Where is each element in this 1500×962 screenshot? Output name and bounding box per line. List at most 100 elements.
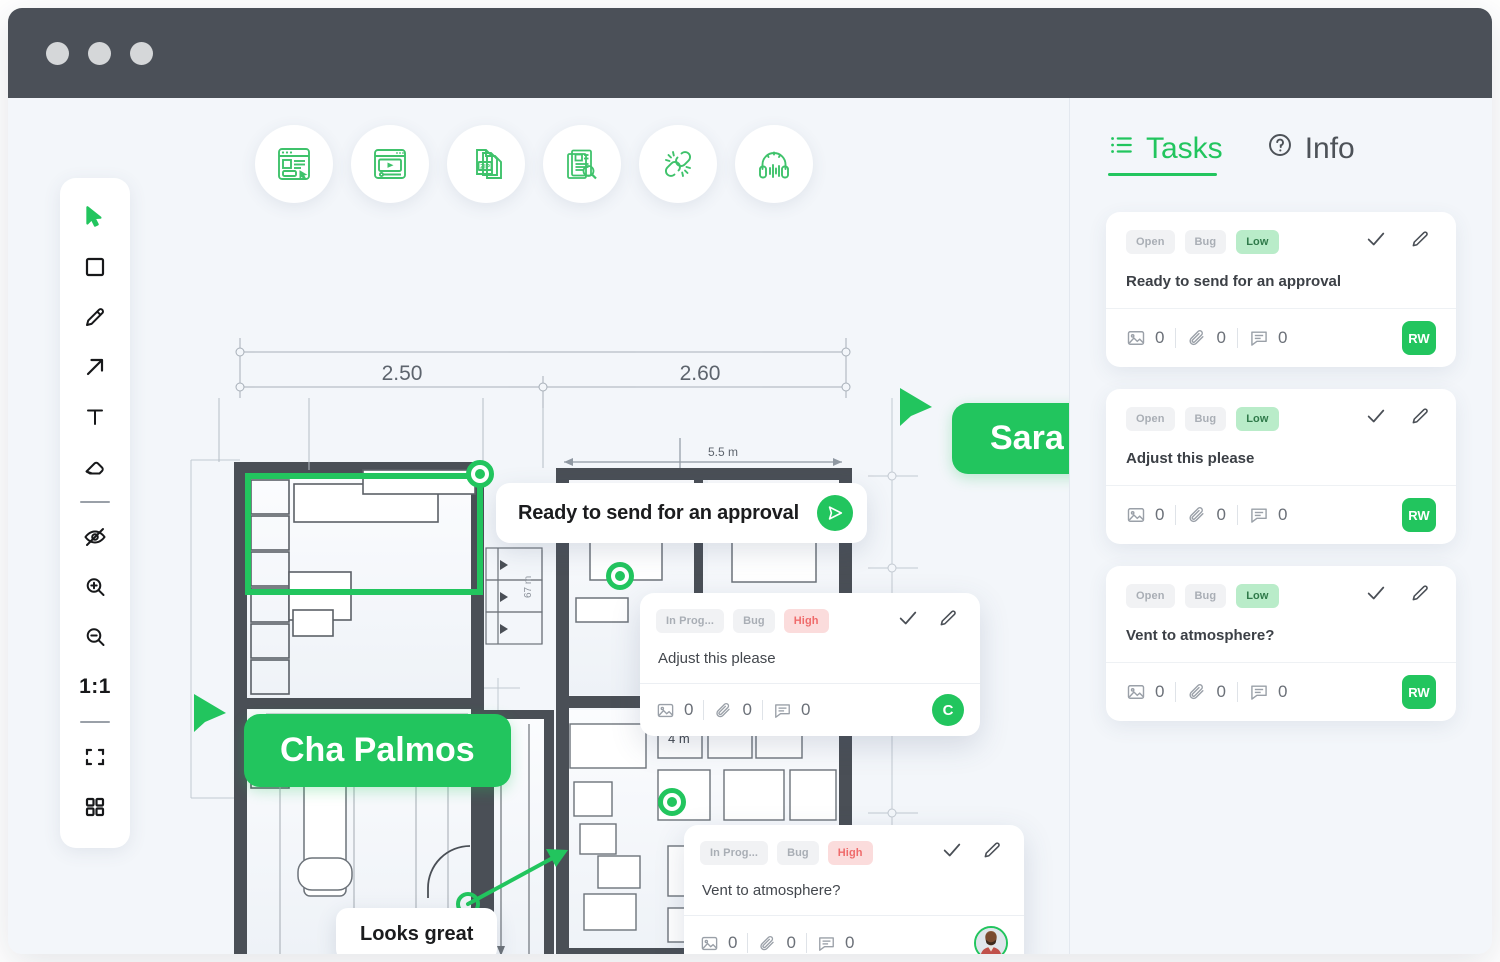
window-minimize-dot[interactable] — [88, 42, 111, 65]
tasks-tabbar[interactable]: Tasks Info — [1070, 98, 1492, 176]
status-badge[interactable]: Open — [1126, 584, 1175, 608]
avatar[interactable]: RW — [1402, 321, 1436, 355]
task-card[interactable]: Open Bug Low Adjust this please — [1106, 389, 1456, 544]
window-close-dot[interactable] — [46, 42, 69, 65]
comment-count[interactable]: 0 — [1249, 682, 1287, 702]
attachment-count[interactable]: 0 — [1187, 505, 1225, 525]
task-title: Adjust this please — [1106, 442, 1456, 485]
status-badge[interactable]: Open — [1126, 407, 1175, 431]
rectangle-tool[interactable] — [70, 242, 120, 292]
resolve-check-icon[interactable] — [1365, 582, 1387, 609]
audio-review-icon[interactable] — [735, 125, 813, 203]
asset-type-toolbar[interactable]: ZIP — [255, 125, 813, 203]
image-count-value: 0 — [1155, 682, 1164, 702]
comment-count-value: 0 — [1278, 682, 1287, 702]
window-maximize-dot[interactable] — [130, 42, 153, 65]
zoom-out-tool[interactable] — [70, 612, 120, 662]
priority-badge[interactable]: High — [784, 609, 829, 633]
comment-count[interactable]: 0 — [1249, 505, 1287, 525]
task-card[interactable]: Open Bug Low Vent to atmosphere? — [1106, 566, 1456, 721]
eraser-tool[interactable] — [70, 442, 120, 492]
priority-badge[interactable]: Low — [1236, 407, 1278, 431]
avatar[interactable]: RW — [1402, 498, 1436, 532]
type-badge[interactable]: Bug — [777, 841, 819, 865]
note-looks-great[interactable]: Looks great — [336, 908, 497, 954]
attachment-count[interactable]: 0 — [1187, 328, 1225, 348]
send-button[interactable] — [817, 495, 853, 531]
divider — [1175, 328, 1176, 348]
grid-tool[interactable] — [70, 782, 120, 832]
attachment-count[interactable]: 0 — [1187, 682, 1225, 702]
priority-badge[interactable]: High — [828, 841, 873, 865]
status-badge[interactable]: In Prog... — [700, 841, 768, 865]
status-badge[interactable]: Open — [1126, 230, 1175, 254]
resolve-check-icon[interactable] — [941, 839, 963, 866]
type-badge[interactable]: Bug — [1185, 584, 1227, 608]
attachment-count-value: 0 — [1216, 682, 1225, 702]
edit-pencil-icon[interactable] — [981, 840, 1002, 866]
app-body: 2.50 2.60 5.5 m — [8, 98, 1492, 954]
type-badge[interactable]: Bug — [1185, 407, 1227, 431]
webpage-review-icon[interactable] — [255, 125, 333, 203]
broken-link-icon[interactable] — [639, 125, 717, 203]
edit-pencil-icon[interactable] — [1409, 229, 1430, 255]
pencil-tool[interactable] — [70, 292, 120, 342]
image-count[interactable]: 0 — [1126, 328, 1164, 348]
zoom-in-tool[interactable] — [70, 562, 120, 612]
priority-badge[interactable]: Low — [1236, 230, 1278, 254]
edit-pencil-icon[interactable] — [937, 608, 958, 634]
edit-pencil-icon[interactable] — [1409, 406, 1430, 432]
canvas-comment-card-1[interactable]: In Prog... Bug High Adjust this please — [640, 593, 980, 736]
zip-file-icon[interactable]: ZIP — [447, 125, 525, 203]
video-review-icon[interactable] — [351, 125, 429, 203]
tool-rail[interactable]: 1:1 — [60, 178, 130, 848]
edit-pencil-icon[interactable] — [1409, 583, 1430, 609]
arrow-tool[interactable] — [70, 342, 120, 392]
list-icon — [1108, 132, 1134, 166]
tab-info[interactable]: Info — [1267, 132, 1355, 176]
image-count[interactable]: 0 — [656, 700, 693, 720]
tab-tasks-label: Tasks — [1146, 132, 1223, 166]
compose-comment-bubble[interactable]: Ready to send for an approval — [496, 483, 867, 543]
priority-badge[interactable]: Low — [1236, 584, 1278, 608]
attachment-count[interactable]: 0 — [758, 933, 795, 953]
comment-count[interactable]: 0 — [817, 933, 854, 953]
comment-pin-2[interactable] — [606, 562, 634, 590]
task-card[interactable]: Open Bug Low Ready to send for an a — [1106, 212, 1456, 367]
zoom-reset-tool[interactable]: 1:1 — [70, 662, 120, 712]
comment-count[interactable]: 0 — [1249, 328, 1287, 348]
select-tool[interactable] — [70, 192, 120, 242]
type-badge[interactable]: Bug — [733, 609, 775, 633]
attachment-count-value: 0 — [1216, 505, 1225, 525]
fit-screen-tool[interactable] — [70, 732, 120, 782]
divider — [762, 700, 763, 720]
tab-tasks[interactable]: Tasks — [1108, 132, 1223, 176]
image-count[interactable]: 0 — [1126, 505, 1164, 525]
resolve-check-icon[interactable] — [897, 607, 919, 634]
status-badge[interactable]: In Prog... — [656, 609, 724, 633]
svg-text:5.5 m: 5.5 m — [708, 445, 738, 459]
comment-count-value: 0 — [801, 700, 810, 720]
avatar[interactable]: C — [932, 694, 964, 726]
comment-pin-3[interactable] — [658, 788, 686, 816]
attachment-count-value: 0 — [742, 700, 751, 720]
canvas-comment-card-2[interactable]: In Prog... Bug High Vent to atmosphere? — [684, 825, 1024, 954]
comment-card-footer: 0 0 0 C — [640, 683, 980, 736]
svg-text:2.60: 2.60 — [680, 362, 721, 385]
resolve-check-icon[interactable] — [1365, 405, 1387, 432]
svg-text:2.50: 2.50 — [382, 362, 423, 385]
image-count[interactable]: 0 — [700, 933, 737, 953]
canvas-pane[interactable]: 2.50 2.60 5.5 m — [8, 98, 1070, 954]
type-badge[interactable]: Bug — [1185, 230, 1227, 254]
avatar[interactable] — [974, 926, 1008, 954]
comment-pin-1[interactable] — [466, 460, 494, 488]
document-search-icon[interactable] — [543, 125, 621, 203]
resolve-check-icon[interactable] — [1365, 228, 1387, 255]
text-tool[interactable] — [70, 392, 120, 442]
hide-tool[interactable] — [70, 512, 120, 562]
comment-count[interactable]: 0 — [773, 700, 810, 720]
attachment-count[interactable]: 0 — [714, 700, 751, 720]
image-count[interactable]: 0 — [1126, 682, 1164, 702]
avatar[interactable]: RW — [1402, 675, 1436, 709]
compose-input-text[interactable]: Ready to send for an approval — [518, 502, 799, 525]
